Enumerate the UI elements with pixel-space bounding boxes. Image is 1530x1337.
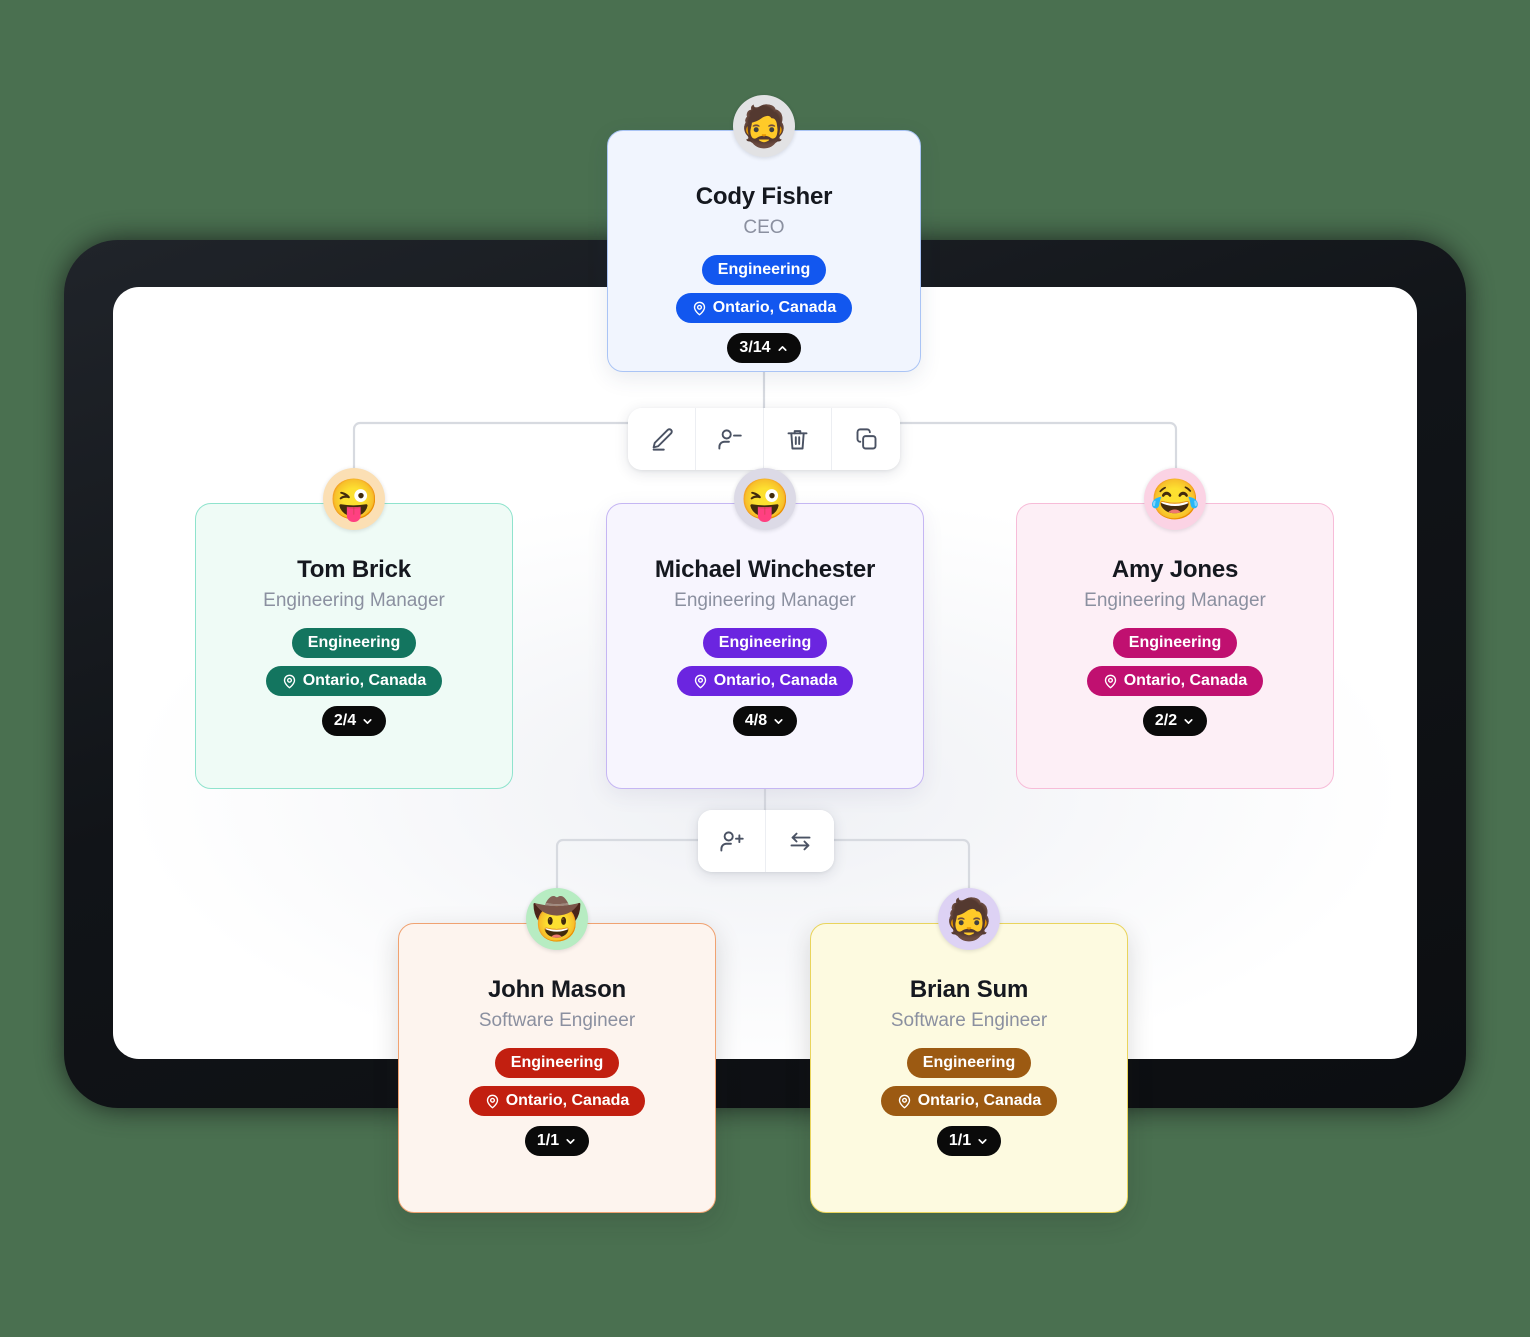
- avatar-emoji: 🧔: [739, 105, 789, 149]
- employee-title: Engineering Manager: [263, 589, 445, 611]
- map-pin-icon: [485, 1094, 500, 1109]
- delete-button[interactable]: [764, 408, 832, 470]
- org-node-john-mason[interactable]: 🤠 John Mason Software Engineer Engineeri…: [398, 888, 716, 1213]
- chevron-down-icon: [361, 715, 374, 728]
- subordinate-count: 1/1: [948, 1132, 972, 1150]
- employee-tags: Engineering Ontario, Canada: [607, 628, 923, 697]
- remove-user-button[interactable]: [696, 408, 764, 470]
- employee-name: Cody Fisher: [695, 183, 833, 210]
- node-action-toolbar-primary[interactable]: [628, 408, 900, 470]
- employee-name: John Mason: [487, 976, 626, 1003]
- org-node-cody-fisher[interactable]: 🧔 Cody Fisher CEO Engineering Ontario, C…: [607, 95, 921, 372]
- location-pill[interactable]: Ontario, Canada: [265, 666, 443, 697]
- employee-title: Software Engineer: [478, 1009, 636, 1031]
- subordinate-count-toggle[interactable]: 1/1: [524, 1126, 590, 1157]
- location-pill[interactable]: Ontario, Canada: [1086, 666, 1264, 697]
- map-pin-icon: [897, 1094, 912, 1109]
- location-label: Ontario, Canada: [302, 672, 427, 690]
- subordinate-count: 1/1: [536, 1132, 560, 1150]
- department-pill[interactable]: Engineering: [701, 255, 827, 286]
- subordinate-count-toggle[interactable]: 2/2: [1142, 706, 1208, 737]
- avatar-emoji: 🧔: [944, 898, 994, 942]
- org-node-michael-winchester[interactable]: 😜 Michael Winchester Engineering Manager…: [606, 468, 924, 789]
- employee-tags: Engineering Ontario, Canada: [608, 255, 920, 324]
- org-node-tom-brick[interactable]: 😜 Tom Brick Engineering Manager Engineer…: [195, 468, 513, 789]
- subordinate-count: 4/8: [744, 712, 768, 730]
- department-label: Engineering: [717, 261, 811, 279]
- map-pin-icon: [282, 674, 297, 689]
- subordinate-count-toggle[interactable]: 1/1: [936, 1126, 1002, 1157]
- department-pill[interactable]: Engineering: [494, 1048, 620, 1079]
- employee-title: CEO: [743, 216, 785, 238]
- avatar: 🧔: [938, 888, 1000, 950]
- employee-tags: Engineering Ontario, Canada: [196, 628, 512, 697]
- subordinate-count-toggle[interactable]: 4/8: [732, 706, 798, 737]
- subordinate-count: 2/2: [1154, 712, 1178, 730]
- location-label: Ontario, Canada: [1123, 672, 1248, 690]
- department-label: Engineering: [718, 634, 812, 652]
- map-pin-icon: [1103, 674, 1118, 689]
- subordinate-count: 2/4: [333, 712, 357, 730]
- employee-title: Engineering Manager: [1084, 589, 1266, 611]
- department-label: Engineering: [307, 634, 401, 652]
- location-label: Ontario, Canada: [917, 1092, 1042, 1110]
- department-label: Engineering: [1128, 634, 1222, 652]
- swap-arrows-icon: [790, 832, 810, 850]
- department-pill[interactable]: Engineering: [1112, 628, 1238, 659]
- avatar-emoji: 😂: [1150, 478, 1200, 522]
- employee-tags: Engineering Ontario, Canada: [811, 1048, 1127, 1117]
- location-pill[interactable]: Ontario, Canada: [880, 1086, 1058, 1117]
- location-label: Ontario, Canada: [712, 299, 837, 317]
- employee-tags: Engineering Ontario, Canada: [399, 1048, 715, 1117]
- add-user-button[interactable]: [698, 810, 766, 872]
- chevron-down-icon: [976, 1135, 989, 1148]
- duplicate-button[interactable]: [832, 408, 900, 470]
- location-label: Ontario, Canada: [505, 1092, 630, 1110]
- department-label: Engineering: [922, 1054, 1016, 1072]
- user-minus-icon: [718, 428, 742, 449]
- chevron-down-icon: [564, 1135, 577, 1148]
- avatar-emoji: 😜: [329, 478, 379, 522]
- subordinate-count: 3/14: [739, 339, 771, 357]
- department-pill[interactable]: Engineering: [906, 1048, 1032, 1079]
- avatar-emoji: 😜: [740, 478, 790, 522]
- pencil-edit-icon: [652, 427, 673, 451]
- employee-tags: Engineering Ontario, Canada: [1017, 628, 1333, 697]
- map-pin-icon: [692, 301, 707, 316]
- avatar: 🧔: [733, 95, 795, 157]
- transfer-button[interactable]: [766, 810, 834, 872]
- location-label: Ontario, Canada: [713, 672, 838, 690]
- edit-button[interactable]: [628, 408, 696, 470]
- department-label: Engineering: [510, 1054, 604, 1072]
- avatar: 😂: [1144, 468, 1206, 530]
- employee-title: Engineering Manager: [674, 589, 856, 611]
- avatar: 😜: [734, 468, 796, 530]
- chevron-down-icon: [1182, 715, 1195, 728]
- employee-name: Michael Winchester: [654, 556, 876, 583]
- org-node-brian-sum[interactable]: 🧔 Brian Sum Software Engineer Engineerin…: [810, 888, 1128, 1213]
- employee-title: Software Engineer: [890, 1009, 1048, 1031]
- org-chart-scene: 🧔 Cody Fisher CEO Engineering Ontario, C…: [0, 0, 1530, 1337]
- map-pin-icon: [693, 674, 708, 689]
- subordinate-count-toggle[interactable]: 2/4: [321, 706, 387, 737]
- copy-icon: [856, 427, 876, 449]
- location-pill[interactable]: Ontario, Canada: [675, 293, 853, 324]
- avatar: 😜: [323, 468, 385, 530]
- department-pill[interactable]: Engineering: [702, 628, 828, 659]
- employee-name: Amy Jones: [1111, 556, 1239, 583]
- department-pill[interactable]: Engineering: [291, 628, 417, 659]
- location-pill[interactable]: Ontario, Canada: [468, 1086, 646, 1117]
- employee-name: Brian Sum: [909, 976, 1029, 1003]
- user-plus-icon: [720, 830, 744, 851]
- org-node-amy-jones[interactable]: 😂 Amy Jones Engineering Manager Engineer…: [1016, 468, 1334, 789]
- subordinate-count-toggle[interactable]: 3/14: [727, 333, 801, 364]
- chevron-down-icon: [772, 715, 785, 728]
- avatar: 🤠: [526, 888, 588, 950]
- trash-icon: [787, 429, 808, 449]
- employee-name: Tom Brick: [297, 556, 411, 583]
- chevron-up-icon: [776, 342, 789, 355]
- location-pill[interactable]: Ontario, Canada: [676, 666, 854, 697]
- avatar-emoji: 🤠: [532, 898, 582, 942]
- node-action-toolbar-secondary[interactable]: [698, 810, 834, 872]
